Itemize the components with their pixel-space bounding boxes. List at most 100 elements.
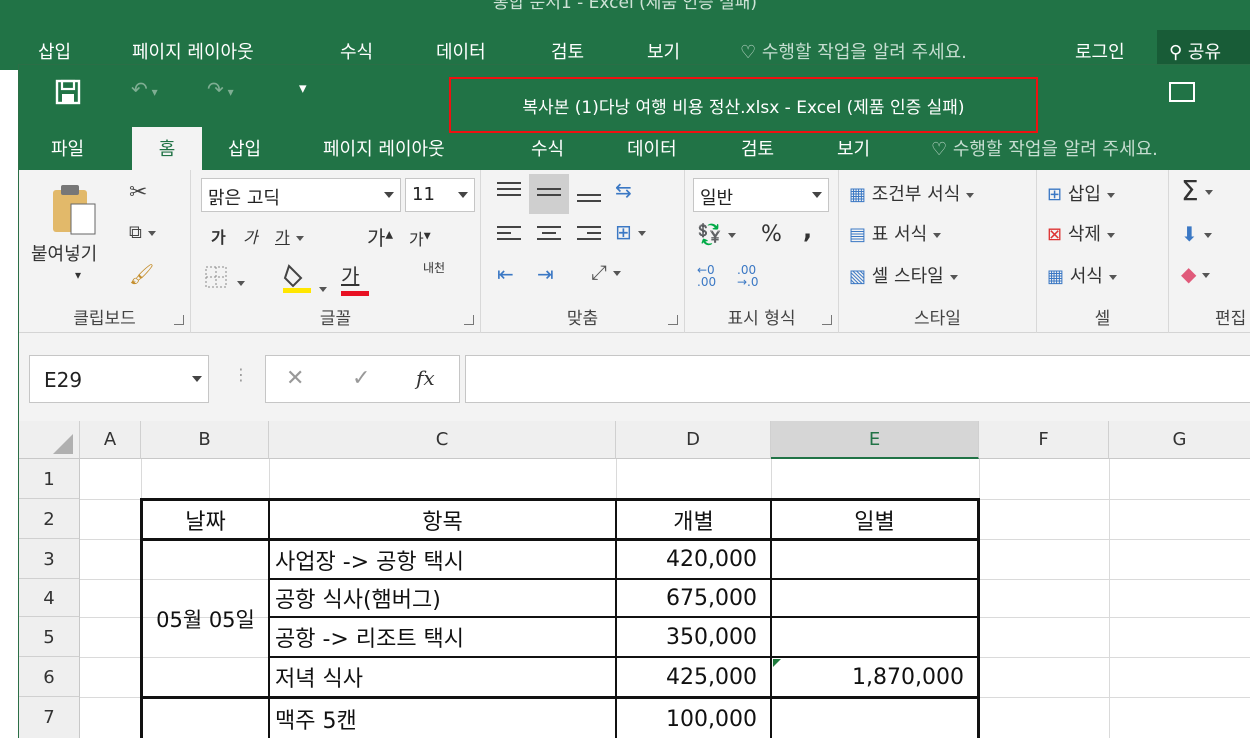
date-cell-merged[interactable]: 05월 05일 [143, 541, 268, 696]
delete-cells-button[interactable]: ⊠ 삭제 [1047, 220, 1115, 246]
amount-cell[interactable]: 100,000 [617, 699, 757, 738]
column-header-e[interactable]: E [771, 421, 979, 459]
decrease-decimal-icon[interactable]: .00 →.0 [737, 264, 759, 288]
fill-color-icon[interactable] [283, 262, 327, 298]
select-all-corner[interactable] [19, 421, 80, 459]
autosum-icon[interactable]: Σ [1181, 174, 1213, 207]
align-right-icon[interactable] [577, 226, 601, 244]
underline-button[interactable]: 가 [275, 224, 304, 248]
tab-home[interactable]: 홈 [132, 127, 202, 171]
font-color-icon[interactable]: 가 [341, 260, 371, 296]
undo-icon[interactable]: ↶ ▾ [131, 77, 158, 101]
header-cell-individual[interactable]: 개별 [617, 501, 770, 538]
column-header-g[interactable]: G [1109, 421, 1250, 459]
paste-label[interactable]: 붙여넣기 [31, 240, 97, 266]
align-top-icon[interactable] [497, 182, 521, 200]
format-as-table-button[interactable]: ▤ 표 서식 [849, 220, 942, 246]
bg-login-button[interactable]: 로그인 [1075, 38, 1125, 64]
phonetic-guide-button[interactable]: 내천 [423, 262, 445, 275]
tab-page-layout[interactable]: 페이지 레이아웃 [323, 135, 445, 161]
decrease-indent-icon[interactable]: ⇤ [497, 262, 514, 286]
amount-cell[interactable]: 425,000 [617, 658, 757, 696]
increase-indent-icon[interactable]: ⇥ [537, 262, 554, 286]
tab-data[interactable]: 데이터 [627, 135, 677, 161]
insert-function-button[interactable]: fx [416, 366, 435, 390]
row-header-6[interactable]: 6 [19, 657, 80, 697]
row-header-4[interactable]: 4 [19, 579, 80, 617]
merge-center-icon[interactable]: ⊞ [615, 220, 646, 244]
bg-tab-insert[interactable]: 삽입 [38, 38, 71, 64]
copy-icon[interactable]: ⧉ [129, 222, 156, 243]
item-cell[interactable]: 사업장 -> 공항 택시 [275, 541, 464, 578]
align-bottom-icon[interactable] [577, 194, 601, 206]
font-size-select[interactable]: 11 [405, 178, 475, 212]
tab-file[interactable]: 파일 [51, 135, 84, 161]
borders-icon[interactable] [205, 266, 245, 292]
tab-formulas[interactable]: 수식 [531, 135, 564, 161]
bg-tell-me[interactable]: ♡ 수행할 작업을 알려 주세요. [740, 38, 967, 64]
paste-icon[interactable] [51, 182, 99, 242]
cancel-icon[interactable]: ✕ [286, 366, 304, 391]
save-icon[interactable] [55, 79, 81, 110]
grow-font-button[interactable]: 가▲ [367, 222, 393, 251]
bg-tab-data[interactable]: 데이터 [436, 38, 486, 64]
column-header-b[interactable]: B [141, 421, 269, 459]
bg-tab-view[interactable]: 보기 [647, 38, 680, 64]
align-center-icon[interactable] [537, 226, 561, 244]
insert-cells-button[interactable]: ⊞ 삽입 [1047, 180, 1115, 206]
clear-icon[interactable]: ◆ [1181, 262, 1211, 286]
italic-button[interactable]: 가 [243, 224, 258, 248]
row-header-7[interactable]: 7 [19, 697, 80, 738]
daily-cell[interactable] [772, 699, 964, 738]
row-header-3[interactable]: 3 [19, 539, 80, 579]
tab-review[interactable]: 검토 [741, 135, 774, 161]
row-header-1[interactable]: 1 [19, 459, 80, 499]
header-cell-item[interactable]: 항목 [270, 501, 615, 538]
customize-qat-icon[interactable]: ▾ [299, 79, 307, 97]
font-launcher-icon[interactable] [464, 315, 474, 325]
number-format-select[interactable]: 일반 [693, 178, 829, 212]
amount-cell[interactable]: 350,000 [617, 618, 757, 656]
name-box[interactable]: E29 [29, 355, 209, 403]
accounting-format-icon[interactable]: 💱 [697, 222, 736, 246]
amount-cell[interactable]: 675,000 [617, 580, 757, 616]
percent-style-button[interactable]: % [761, 222, 782, 247]
bg-tab-page-layout[interactable]: 페이지 레이아웃 [132, 38, 254, 64]
bold-button[interactable]: 가 [211, 224, 226, 248]
row-header-5[interactable]: 5 [19, 617, 80, 657]
number-launcher-icon[interactable] [822, 315, 832, 325]
redo-icon[interactable]: ↷ ▾ [207, 77, 234, 101]
formula-input[interactable] [465, 355, 1250, 403]
fill-icon[interactable]: ⬇ [1181, 222, 1212, 246]
tab-insert[interactable]: 삽입 [228, 135, 261, 161]
cut-icon[interactable]: ✂ [129, 180, 147, 205]
column-header-a[interactable]: A [80, 421, 141, 459]
format-painter-icon[interactable]: 🖌 [129, 262, 154, 286]
orientation-wrap-icon[interactable]: ⇆ [615, 178, 632, 202]
tell-me-search[interactable]: ♡ 수행할 작업을 알려 주세요. [931, 135, 1158, 161]
increase-decimal-icon[interactable]: ←0.00 [697, 264, 716, 288]
daily-cell[interactable]: 1,870,000 [772, 658, 964, 696]
ribbon-display-options-icon[interactable] [1169, 82, 1195, 102]
paste-dropdown-icon[interactable]: ▾ [75, 268, 81, 282]
daily-cell[interactable] [772, 618, 964, 656]
amount-cell[interactable]: 420,000 [617, 541, 757, 578]
shrink-font-button[interactable]: 가▼ [409, 226, 431, 250]
daily-cell[interactable] [772, 580, 964, 616]
item-cell[interactable]: 맥주 5캔 [275, 699, 357, 738]
tab-view[interactable]: 보기 [837, 135, 870, 161]
column-header-f[interactable]: F [979, 421, 1109, 459]
item-cell[interactable]: 공항 식사(햄버그) [275, 580, 441, 616]
formula-bar-grip-icon[interactable]: ⋮ [233, 365, 249, 384]
enter-icon[interactable]: ✓ [352, 366, 370, 391]
header-cell-date[interactable]: 날짜 [143, 501, 268, 538]
alignment-launcher-icon[interactable] [668, 315, 678, 325]
daily-cell[interactable] [772, 541, 964, 578]
row-header-2[interactable]: 2 [19, 499, 80, 539]
format-cells-button[interactable]: ▦ 서식 [1047, 262, 1117, 288]
header-cell-daily[interactable]: 일별 [772, 501, 977, 538]
align-left-icon[interactable] [497, 226, 521, 244]
conditional-formatting-button[interactable]: ▦ 조건부 서식 [849, 180, 975, 206]
comma-style-button[interactable]: , [803, 216, 812, 244]
clipboard-launcher-icon[interactable] [174, 315, 184, 325]
